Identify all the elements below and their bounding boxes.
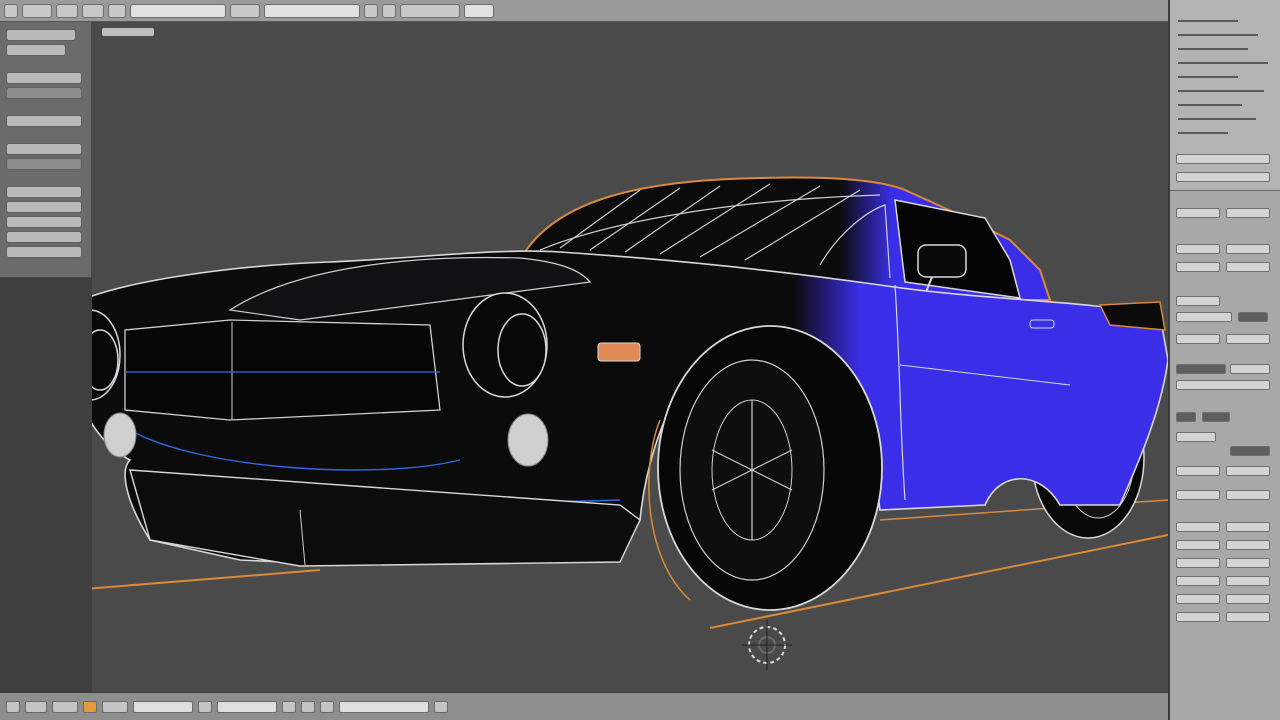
ground-guide-line — [92, 569, 321, 590]
layout-switch-button[interactable] — [230, 3, 260, 18]
fog-light-left — [103, 412, 137, 458]
outliner[interactable] — [1170, 0, 1280, 191]
tool-button[interactable] — [6, 44, 66, 56]
render-engine-dropdown[interactable] — [400, 3, 460, 18]
outliner-row — [1178, 76, 1238, 78]
outliner-row — [1178, 62, 1268, 64]
tool-button[interactable] — [6, 29, 76, 41]
property-field[interactable] — [1226, 490, 1270, 500]
file-menu[interactable] — [22, 3, 52, 18]
side-mirror — [917, 244, 967, 278]
pivot-dropdown[interactable] — [217, 700, 277, 713]
property-field[interactable] — [1226, 540, 1270, 550]
render-menu[interactable] — [56, 3, 78, 18]
manipulator-button[interactable] — [301, 700, 315, 713]
property-toggle[interactable] — [1238, 312, 1268, 322]
property-field[interactable] — [1176, 244, 1220, 254]
outliner-row — [1178, 104, 1242, 106]
outliner-row — [1178, 20, 1238, 22]
3d-viewport[interactable] — [92, 22, 1168, 692]
property-field[interactable] — [1176, 612, 1220, 622]
property-toggle[interactable] — [1176, 364, 1226, 374]
property-toggle[interactable] — [1176, 412, 1196, 422]
tool-button[interactable] — [6, 216, 82, 228]
help-menu[interactable] — [108, 3, 126, 18]
select-menu[interactable] — [52, 700, 78, 713]
view-menu[interactable] — [25, 700, 47, 713]
property-field[interactable] — [1226, 262, 1270, 272]
property-field[interactable] — [1226, 576, 1270, 586]
property-field[interactable] — [1226, 522, 1270, 532]
headlight-right — [462, 292, 548, 398]
tool-button[interactable] — [6, 231, 82, 243]
editor-type-button[interactable] — [4, 3, 18, 18]
front-grille — [124, 319, 441, 421]
property-field[interactable] — [1176, 490, 1220, 500]
property-field[interactable] — [1176, 296, 1220, 306]
tool-button[interactable] — [6, 201, 82, 213]
tool-shelf — [0, 22, 92, 278]
manipulator-button[interactable] — [320, 700, 334, 713]
property-field[interactable] — [1226, 466, 1270, 476]
object-menu[interactable] — [102, 700, 128, 713]
property-field[interactable] — [1226, 208, 1270, 218]
object-mode-icon[interactable] — [83, 700, 97, 713]
status-field — [464, 3, 494, 18]
window-menu[interactable] — [82, 3, 104, 18]
property-field[interactable] — [1176, 558, 1220, 568]
shading-button[interactable] — [198, 700, 212, 713]
property-field[interactable] — [1226, 558, 1270, 568]
tool-button[interactable] — [6, 246, 82, 258]
tool-button[interactable] — [6, 143, 82, 155]
header-bar — [0, 0, 1168, 22]
tool-button[interactable] — [6, 72, 82, 84]
outliner-row — [1178, 48, 1248, 50]
scene-field[interactable] — [264, 3, 360, 18]
outliner-filter[interactable] — [1176, 154, 1270, 164]
property-field[interactable] — [1176, 466, 1220, 476]
scene-remove-button[interactable] — [382, 3, 396, 18]
property-field[interactable] — [1226, 612, 1270, 622]
property-field[interactable] — [1176, 334, 1220, 344]
mode-dropdown[interactable] — [133, 700, 193, 713]
outliner-row — [1178, 90, 1264, 92]
outliner-row — [1178, 34, 1258, 36]
snap-button[interactable] — [434, 700, 448, 713]
timeline-bar — [0, 692, 1168, 720]
tool-button[interactable] — [6, 115, 82, 127]
property-field[interactable] — [1176, 522, 1220, 532]
property-field[interactable] — [1176, 576, 1220, 586]
property-field[interactable] — [1230, 364, 1270, 374]
property-field[interactable] — [1176, 312, 1232, 322]
tool-button[interactable] — [6, 87, 82, 99]
properties-panel — [1168, 0, 1280, 720]
fog-light-right — [507, 413, 549, 467]
editor-type-button[interactable] — [6, 700, 20, 713]
outliner-row — [1178, 118, 1256, 120]
property-field[interactable] — [1176, 594, 1220, 604]
tool-button[interactable] — [6, 158, 82, 170]
tool-button[interactable] — [6, 186, 82, 198]
manipulator-button[interactable] — [282, 700, 296, 713]
outliner-search[interactable] — [1176, 172, 1270, 182]
property-field[interactable] — [1176, 540, 1220, 550]
property-field[interactable] — [1176, 432, 1216, 442]
property-field[interactable] — [1176, 208, 1220, 218]
3d-cursor-icon — [742, 620, 792, 670]
screen-layout-field[interactable] — [130, 3, 226, 18]
property-field[interactable] — [1226, 594, 1270, 604]
side-marker-light — [597, 342, 641, 362]
property-toggle[interactable] — [1202, 412, 1230, 422]
property-field[interactable] — [1226, 244, 1270, 254]
car-model[interactable] — [92, 22, 1168, 692]
layers-field[interactable] — [339, 700, 429, 713]
scene-add-button[interactable] — [364, 3, 378, 18]
property-field[interactable] — [1226, 334, 1270, 344]
property-toggle[interactable] — [1230, 446, 1270, 456]
outliner-row — [1178, 132, 1228, 134]
property-field[interactable] — [1176, 380, 1270, 390]
property-field[interactable] — [1176, 262, 1220, 272]
